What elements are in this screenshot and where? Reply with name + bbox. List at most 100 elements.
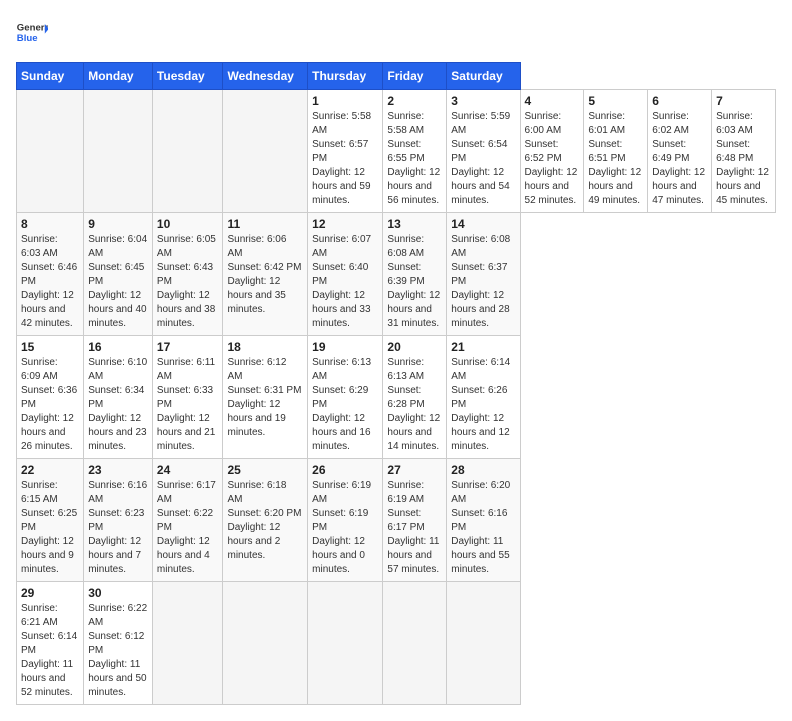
day-number: 6 xyxy=(652,94,707,108)
day-detail: Sunrise: 6:21 AM Sunset: 6:14 PM Dayligh… xyxy=(21,602,79,700)
day-number: 28 xyxy=(451,463,515,477)
day-detail: Sunrise: 6:08 AM Sunset: 6:37 PM Dayligh… xyxy=(451,233,515,331)
col-header-monday: Monday xyxy=(84,63,153,90)
day-cell: 7 Sunrise: 6:03 AM Sunset: 6:48 PM Dayli… xyxy=(712,90,776,213)
col-header-tuesday: Tuesday xyxy=(152,63,223,90)
day-number: 8 xyxy=(21,217,79,231)
week-row-5: 29 Sunrise: 6:21 AM Sunset: 6:14 PM Dayl… xyxy=(17,582,776,705)
day-number: 16 xyxy=(88,340,148,354)
day-number: 24 xyxy=(157,463,219,477)
day-detail: Sunrise: 6:16 AM Sunset: 6:23 PM Dayligh… xyxy=(88,479,148,577)
day-cell xyxy=(223,582,308,705)
day-cell xyxy=(447,582,520,705)
day-detail: Sunrise: 6:01 AM Sunset: 6:51 PM Dayligh… xyxy=(588,110,643,208)
day-detail: Sunrise: 5:59 AM Sunset: 6:54 PM Dayligh… xyxy=(451,110,515,208)
day-detail: Sunrise: 6:09 AM Sunset: 6:36 PM Dayligh… xyxy=(21,356,79,454)
day-cell: 17 Sunrise: 6:11 AM Sunset: 6:33 PM Dayl… xyxy=(152,336,223,459)
day-number: 3 xyxy=(451,94,515,108)
day-number: 23 xyxy=(88,463,148,477)
day-cell: 19 Sunrise: 6:13 AM Sunset: 6:29 PM Dayl… xyxy=(308,336,383,459)
day-cell: 28 Sunrise: 6:20 AM Sunset: 6:16 PM Dayl… xyxy=(447,459,520,582)
day-cell xyxy=(152,90,223,213)
day-number: 18 xyxy=(227,340,303,354)
day-number: 30 xyxy=(88,586,148,600)
day-number: 14 xyxy=(451,217,515,231)
day-number: 1 xyxy=(312,94,378,108)
calendar-table: SundayMondayTuesdayWednesdayThursdayFrid… xyxy=(16,62,776,705)
day-cell: 30 Sunrise: 6:22 AM Sunset: 6:12 PM Dayl… xyxy=(84,582,153,705)
day-detail: Sunrise: 6:19 AM Sunset: 6:19 PM Dayligh… xyxy=(312,479,378,577)
day-number: 9 xyxy=(88,217,148,231)
logo-svg: General Blue xyxy=(16,16,48,52)
day-cell: 23 Sunrise: 6:16 AM Sunset: 6:23 PM Dayl… xyxy=(84,459,153,582)
day-cell: 9 Sunrise: 6:04 AM Sunset: 6:45 PM Dayli… xyxy=(84,213,153,336)
day-number: 21 xyxy=(451,340,515,354)
day-number: 2 xyxy=(387,94,442,108)
day-number: 7 xyxy=(716,94,771,108)
day-detail: Sunrise: 6:05 AM Sunset: 6:43 PM Dayligh… xyxy=(157,233,219,331)
week-row-2: 8 Sunrise: 6:03 AM Sunset: 6:46 PM Dayli… xyxy=(17,213,776,336)
day-number: 20 xyxy=(387,340,442,354)
day-cell: 22 Sunrise: 6:15 AM Sunset: 6:25 PM Dayl… xyxy=(17,459,84,582)
logo: General Blue xyxy=(16,16,48,52)
day-cell xyxy=(17,90,84,213)
day-cell: 6 Sunrise: 6:02 AM Sunset: 6:49 PM Dayli… xyxy=(648,90,712,213)
day-cell: 16 Sunrise: 6:10 AM Sunset: 6:34 PM Dayl… xyxy=(84,336,153,459)
day-cell: 20 Sunrise: 6:13 AM Sunset: 6:28 PM Dayl… xyxy=(383,336,447,459)
week-row-1: 1 Sunrise: 5:58 AM Sunset: 6:57 PM Dayli… xyxy=(17,90,776,213)
day-cell: 15 Sunrise: 6:09 AM Sunset: 6:36 PM Dayl… xyxy=(17,336,84,459)
day-cell: 27 Sunrise: 6:19 AM Sunset: 6:17 PM Dayl… xyxy=(383,459,447,582)
day-detail: Sunrise: 6:03 AM Sunset: 6:48 PM Dayligh… xyxy=(716,110,771,208)
day-cell xyxy=(223,90,308,213)
day-cell: 8 Sunrise: 6:03 AM Sunset: 6:46 PM Dayli… xyxy=(17,213,84,336)
day-detail: Sunrise: 6:12 AM Sunset: 6:31 PM Dayligh… xyxy=(227,356,303,440)
day-cell xyxy=(84,90,153,213)
header-row: SundayMondayTuesdayWednesdayThursdayFrid… xyxy=(17,63,776,90)
day-cell: 3 Sunrise: 5:59 AM Sunset: 6:54 PM Dayli… xyxy=(447,90,520,213)
col-header-wednesday: Wednesday xyxy=(223,63,308,90)
day-detail: Sunrise: 6:22 AM Sunset: 6:12 PM Dayligh… xyxy=(88,602,148,700)
day-detail: Sunrise: 6:10 AM Sunset: 6:34 PM Dayligh… xyxy=(88,356,148,454)
day-cell: 5 Sunrise: 6:01 AM Sunset: 6:51 PM Dayli… xyxy=(584,90,648,213)
day-detail: Sunrise: 6:02 AM Sunset: 6:49 PM Dayligh… xyxy=(652,110,707,208)
col-header-saturday: Saturday xyxy=(447,63,520,90)
day-detail: Sunrise: 6:19 AM Sunset: 6:17 PM Dayligh… xyxy=(387,479,442,577)
day-cell: 21 Sunrise: 6:14 AM Sunset: 6:26 PM Dayl… xyxy=(447,336,520,459)
day-number: 22 xyxy=(21,463,79,477)
day-detail: Sunrise: 6:13 AM Sunset: 6:28 PM Dayligh… xyxy=(387,356,442,454)
day-cell: 13 Sunrise: 6:08 AM Sunset: 6:39 PM Dayl… xyxy=(383,213,447,336)
day-detail: Sunrise: 5:58 AM Sunset: 6:55 PM Dayligh… xyxy=(387,110,442,208)
day-detail: Sunrise: 6:00 AM Sunset: 6:52 PM Dayligh… xyxy=(525,110,580,208)
day-number: 15 xyxy=(21,340,79,354)
day-cell xyxy=(152,582,223,705)
day-cell: 26 Sunrise: 6:19 AM Sunset: 6:19 PM Dayl… xyxy=(308,459,383,582)
day-detail: Sunrise: 6:18 AM Sunset: 6:20 PM Dayligh… xyxy=(227,479,303,563)
day-cell: 14 Sunrise: 6:08 AM Sunset: 6:37 PM Dayl… xyxy=(447,213,520,336)
day-detail: Sunrise: 6:06 AM Sunset: 6:42 PM Dayligh… xyxy=(227,233,303,317)
day-detail: Sunrise: 6:04 AM Sunset: 6:45 PM Dayligh… xyxy=(88,233,148,331)
week-row-4: 22 Sunrise: 6:15 AM Sunset: 6:25 PM Dayl… xyxy=(17,459,776,582)
svg-text:General: General xyxy=(17,22,48,33)
day-number: 11 xyxy=(227,217,303,231)
day-cell: 12 Sunrise: 6:07 AM Sunset: 6:40 PM Dayl… xyxy=(308,213,383,336)
col-header-friday: Friday xyxy=(383,63,447,90)
day-cell: 11 Sunrise: 6:06 AM Sunset: 6:42 PM Dayl… xyxy=(223,213,308,336)
day-detail: Sunrise: 5:58 AM Sunset: 6:57 PM Dayligh… xyxy=(312,110,378,208)
svg-text:Blue: Blue xyxy=(17,33,38,44)
day-cell: 24 Sunrise: 6:17 AM Sunset: 6:22 PM Dayl… xyxy=(152,459,223,582)
col-header-sunday: Sunday xyxy=(17,63,84,90)
day-detail: Sunrise: 6:15 AM Sunset: 6:25 PM Dayligh… xyxy=(21,479,79,577)
day-cell: 1 Sunrise: 5:58 AM Sunset: 6:57 PM Dayli… xyxy=(308,90,383,213)
day-number: 4 xyxy=(525,94,580,108)
day-number: 27 xyxy=(387,463,442,477)
day-number: 19 xyxy=(312,340,378,354)
day-number: 12 xyxy=(312,217,378,231)
col-header-thursday: Thursday xyxy=(308,63,383,90)
day-number: 25 xyxy=(227,463,303,477)
day-detail: Sunrise: 6:14 AM Sunset: 6:26 PM Dayligh… xyxy=(451,356,515,454)
day-cell: 2 Sunrise: 5:58 AM Sunset: 6:55 PM Dayli… xyxy=(383,90,447,213)
day-detail: Sunrise: 6:20 AM Sunset: 6:16 PM Dayligh… xyxy=(451,479,515,577)
day-cell xyxy=(383,582,447,705)
day-cell: 29 Sunrise: 6:21 AM Sunset: 6:14 PM Dayl… xyxy=(17,582,84,705)
day-detail: Sunrise: 6:07 AM Sunset: 6:40 PM Dayligh… xyxy=(312,233,378,331)
